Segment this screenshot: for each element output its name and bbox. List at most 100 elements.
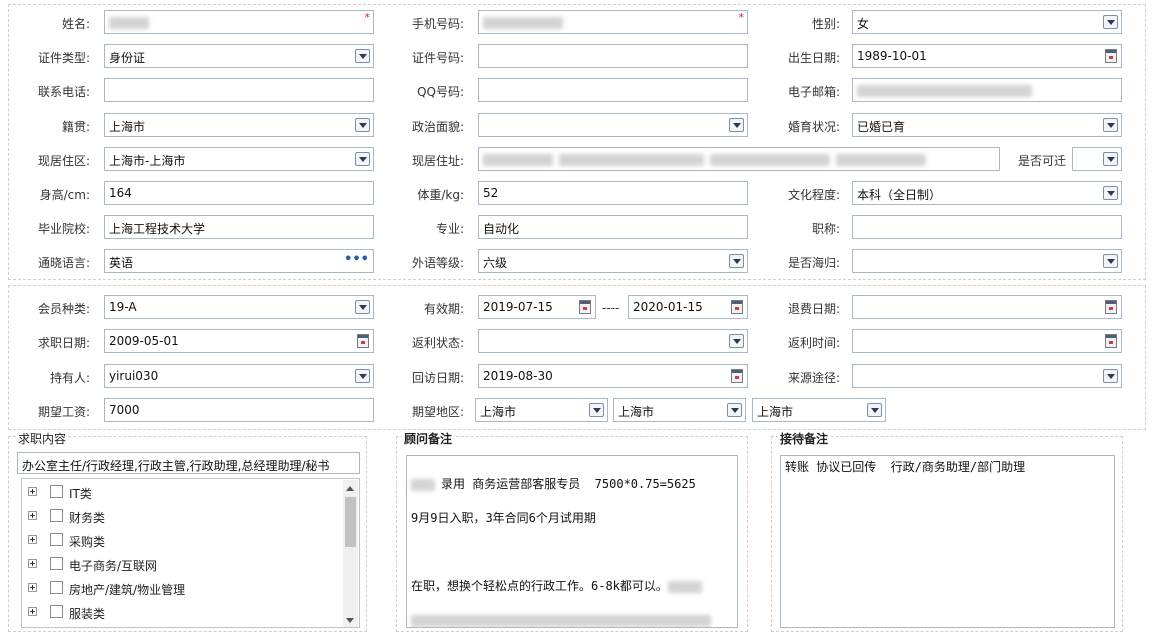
language-label: 通晓语言:: [37, 256, 90, 270]
reception-note-textarea[interactable]: 转账 协议已回传 行政/商务助理/部门助理: [780, 455, 1115, 628]
tree-scrollbar[interactable]: [343, 480, 358, 627]
job-content-summary-input[interactable]: 办公室主任/行政经理,行政主管,行政助理,总经理助理/秘书: [17, 452, 360, 474]
category-checkbox[interactable]: [50, 581, 63, 594]
expand-icon[interactable]: [28, 583, 37, 592]
chevron-down-icon[interactable]: [729, 254, 744, 268]
visit-date-input[interactable]: 2019-08-30: [478, 364, 748, 388]
major-input[interactable]: 自动化: [478, 215, 748, 239]
chevron-down-icon[interactable]: [355, 49, 370, 63]
political-select[interactable]: [478, 113, 748, 137]
expand-icon[interactable]: [28, 607, 37, 616]
residence-select[interactable]: 上海市-上海市: [104, 147, 374, 171]
height-input[interactable]: 164: [104, 181, 374, 205]
calendar-icon[interactable]: [731, 300, 743, 314]
chevron-down-icon[interactable]: [727, 403, 742, 417]
height-label: 身高/cm:: [39, 188, 90, 202]
phone-input[interactable]: [104, 78, 374, 102]
chevron-down-icon[interactable]: [1103, 152, 1118, 166]
chevron-down-icon[interactable]: [729, 118, 744, 132]
email-label: 电子邮箱:: [787, 85, 840, 99]
more-icon[interactable]: •••: [344, 252, 369, 267]
category-checkbox[interactable]: [50, 485, 63, 498]
rebate-time-input[interactable]: [852, 329, 1122, 353]
gender-select[interactable]: 女: [852, 10, 1122, 34]
name-input[interactable]: *: [104, 10, 374, 34]
chevron-down-icon[interactable]: [355, 369, 370, 383]
chevron-down-icon[interactable]: [729, 334, 744, 348]
chevron-down-icon[interactable]: [355, 300, 370, 314]
phone-label: 联系电话:: [37, 85, 90, 99]
chevron-down-icon[interactable]: [355, 152, 370, 166]
salary-input[interactable]: 7000: [104, 398, 374, 422]
tree-item[interactable]: 采购类: [22, 531, 342, 551]
calendar-icon[interactable]: [1105, 334, 1117, 348]
chevron-down-icon[interactable]: [1103, 254, 1118, 268]
chevron-down-icon[interactable]: [589, 403, 604, 417]
idno-input[interactable]: [478, 44, 748, 68]
scroll-thumb[interactable]: [345, 497, 356, 547]
idtype-label: 证件类型:: [37, 51, 90, 65]
calendar-icon[interactable]: [357, 334, 369, 348]
idtype-select[interactable]: 身份证: [104, 44, 374, 68]
visit-label: 回访日期:: [411, 371, 464, 385]
source-select[interactable]: [852, 364, 1122, 388]
valid-to-input[interactable]: 2020-01-15: [628, 295, 748, 319]
calendar-icon[interactable]: [579, 300, 591, 314]
chevron-down-icon[interactable]: [1103, 186, 1118, 200]
calendar-icon[interactable]: [731, 369, 743, 383]
chevron-down-icon[interactable]: [867, 403, 882, 417]
refund-date-input[interactable]: [852, 295, 1122, 319]
category-checkbox[interactable]: [50, 533, 63, 546]
address-label: 现居住址:: [411, 154, 464, 168]
region-select-3[interactable]: 上海市: [752, 398, 886, 422]
expand-icon[interactable]: [28, 559, 37, 568]
holder-select[interactable]: yirui030: [104, 364, 374, 388]
mobile-input[interactable]: *: [478, 10, 748, 34]
calendar-icon[interactable]: [1105, 300, 1117, 314]
tree-item[interactable]: 财务类: [22, 507, 342, 527]
expand-icon[interactable]: [28, 487, 37, 496]
chevron-down-icon[interactable]: [1103, 118, 1118, 132]
scroll-down-icon[interactable]: [346, 618, 354, 623]
langlevel-select[interactable]: 六级: [478, 249, 748, 273]
rebate-status-select[interactable]: [478, 329, 748, 353]
expand-icon[interactable]: [28, 535, 37, 544]
chevron-down-icon[interactable]: [355, 118, 370, 132]
education-select[interactable]: 本科（全日制）: [852, 181, 1122, 205]
tree-item[interactable]: 电子商务/互联网: [22, 555, 342, 575]
title-input[interactable]: [852, 215, 1122, 239]
marital-select[interactable]: 已婚已育: [852, 113, 1122, 137]
category-checkbox[interactable]: [50, 557, 63, 570]
member-type-select[interactable]: 19-A: [104, 295, 374, 319]
language-input[interactable]: 英语 •••: [104, 249, 374, 273]
native-select[interactable]: 上海市: [104, 113, 374, 137]
title-label: 职称:: [811, 222, 840, 236]
required-mark: *: [738, 11, 745, 24]
tree-item[interactable]: 服装类: [22, 603, 342, 623]
education-label: 文化程度:: [787, 188, 840, 202]
email-input[interactable]: [852, 78, 1122, 102]
qq-input[interactable]: [478, 78, 748, 102]
relocate-select[interactable]: [1072, 147, 1122, 171]
expand-icon[interactable]: [28, 511, 37, 520]
address-input[interactable]: [478, 147, 1000, 171]
school-input[interactable]: 上海工程技术大学: [104, 215, 374, 239]
category-checkbox[interactable]: [50, 509, 63, 522]
birth-date-input[interactable]: 1989-10-01: [852, 44, 1122, 68]
tree-item[interactable]: IT类: [22, 483, 342, 503]
chevron-down-icon[interactable]: [1103, 15, 1118, 29]
valid-from-input[interactable]: 2019-07-15: [478, 295, 596, 319]
range-separator: ----: [602, 301, 620, 315]
returnee-select[interactable]: [852, 249, 1122, 273]
advisor-note-textarea[interactable]: 录用 商务运营部客服专员 7500*0.75=5625 9月9日入职，3年合同6…: [406, 455, 738, 628]
region-select-2[interactable]: 上海市: [613, 398, 746, 422]
jobdate-input[interactable]: 2009-05-01: [104, 329, 374, 353]
weight-input[interactable]: 52: [478, 181, 748, 205]
major-label: 专业:: [435, 222, 464, 236]
tree-item[interactable]: 房地产/建筑/物业管理: [22, 579, 342, 599]
region-select-1[interactable]: 上海市: [475, 398, 608, 422]
scroll-up-icon[interactable]: [346, 486, 354, 491]
calendar-icon[interactable]: [1105, 49, 1117, 63]
chevron-down-icon[interactable]: [1103, 369, 1118, 383]
category-checkbox[interactable]: [50, 605, 63, 618]
